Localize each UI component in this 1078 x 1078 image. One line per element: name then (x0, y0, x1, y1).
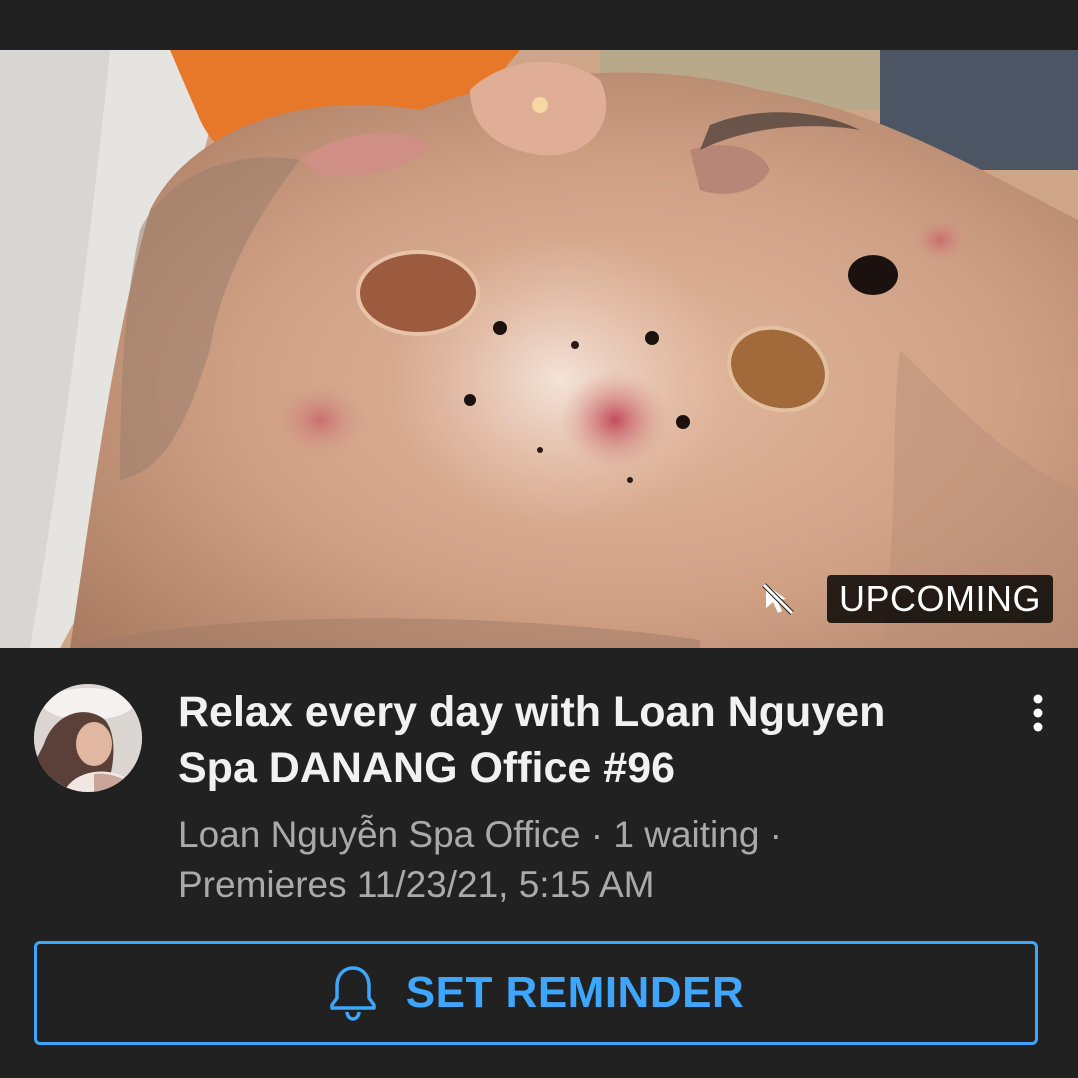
video-meta: Relax every day with Loan Nguyen Spa DAN… (0, 648, 1078, 938)
set-reminder-button[interactable]: SET REMINDER (34, 941, 1038, 1045)
meta-separator: · (580, 814, 614, 855)
video-subline: Loan Nguyễn Spa Office · 1 waiting · Pre… (178, 810, 978, 910)
channel-avatar[interactable] (34, 684, 142, 792)
top-bar (0, 0, 1078, 50)
channel-name[interactable]: Loan Nguyễn Spa Office (178, 814, 580, 855)
video-thumbnail[interactable]: UPCOMING (0, 50, 1078, 648)
no-cast-icon (759, 580, 797, 618)
thumbnail-image (0, 50, 1078, 648)
waiting-count: 1 waiting (613, 814, 760, 855)
premiere-time: Premieres 11/23/21, 5:15 AM (178, 864, 655, 905)
upcoming-badge: UPCOMING (827, 575, 1053, 623)
thumbnail-overlay: UPCOMING (759, 575, 1053, 623)
video-title[interactable]: Relax every day with Loan Nguyen Spa DAN… (178, 684, 968, 796)
more-options-button[interactable] (1018, 688, 1058, 738)
screen: UPCOMING Relax every day with Loan Nguye… (0, 0, 1078, 1078)
more-vert-icon (1033, 694, 1043, 732)
bell-icon (330, 966, 376, 1021)
set-reminder-label: SET REMINDER (405, 968, 745, 1017)
meta-separator: · (759, 814, 783, 855)
